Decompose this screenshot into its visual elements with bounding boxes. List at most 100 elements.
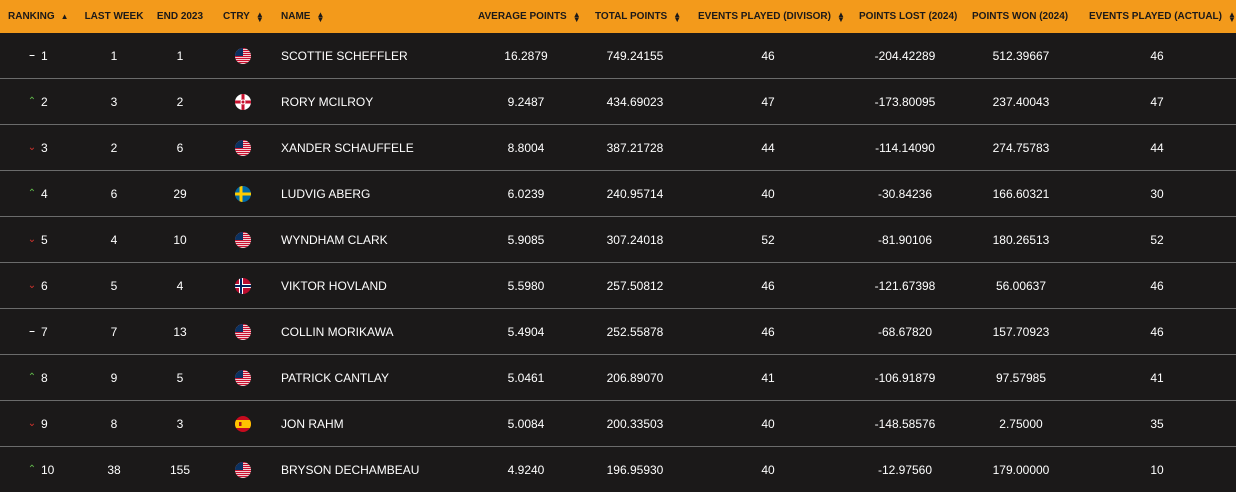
player-name[interactable]: JON RAHM bbox=[281, 417, 344, 431]
table-row[interactable]: ⌃ 2 3 2 RORY MCILROY 9.2487 434.69023 47… bbox=[0, 79, 1236, 125]
table-row[interactable]: ⌄ 3 2 6 XANDER SCHAUFFELE 8.8004 387.217… bbox=[0, 125, 1236, 171]
points-won-cell: 274.75783 bbox=[984, 125, 1058, 170]
events-divisor-cell: 46 bbox=[740, 309, 796, 354]
end-2023-value: 6 bbox=[176, 140, 184, 155]
points-won-value: 157.70923 bbox=[992, 324, 1050, 339]
points-lost-value: -12.97560 bbox=[877, 462, 933, 477]
end-2023-cell: 5 bbox=[153, 355, 207, 400]
table-row[interactable]: ⌄ 6 5 4 VIKTOR HOVLAND 5.5980 257.50812 … bbox=[0, 263, 1236, 309]
average-points-cell: 5.0461 bbox=[497, 355, 555, 400]
header-end-2023[interactable]: END 2023 bbox=[153, 0, 207, 33]
points-lost-value: -114.14090 bbox=[875, 140, 935, 155]
name-cell[interactable]: XANDER SCHAUFFELE bbox=[281, 125, 414, 170]
total-points-cell: 749.24155 bbox=[602, 33, 668, 78]
events-actual-value: 47 bbox=[1150, 94, 1164, 109]
last-week-value: 4 bbox=[110, 232, 118, 247]
events-divisor-cell: 46 bbox=[740, 33, 796, 78]
usa-flag-icon bbox=[235, 231, 251, 248]
table-row[interactable]: ⌄ 9 8 3 JON RAHM 5.0084 200.33503 40 -14… bbox=[0, 401, 1236, 447]
player-name[interactable]: RORY MCILROY bbox=[281, 95, 373, 109]
header-name[interactable]: NAME ▲ ▼ bbox=[281, 0, 324, 33]
rank-cell: ⌃ 8 bbox=[26, 355, 86, 400]
player-name[interactable]: XANDER SCHAUFFELE bbox=[281, 141, 414, 155]
header-events-divisor[interactable]: EVENTS PLAYED (DIVISOR) ▲ ▼ bbox=[698, 0, 845, 33]
name-cell[interactable]: PATRICK CANTLAY bbox=[281, 355, 389, 400]
header-points-won[interactable]: POINTS WON (2024) bbox=[972, 0, 1068, 33]
average-points-cell: 5.9085 bbox=[497, 217, 555, 262]
name-cell[interactable]: VIKTOR HOVLAND bbox=[281, 263, 387, 308]
events-divisor-value: 46 bbox=[761, 324, 775, 339]
table-row[interactable]: – 7 7 13 COLLIN MORIKAWA 5.4904 252.5587… bbox=[0, 309, 1236, 355]
header-points-lost[interactable]: POINTS LOST (2024) bbox=[859, 0, 957, 33]
rank-down-icon: ⌄ bbox=[27, 142, 37, 153]
name-cell[interactable]: LUDVIG ABERG bbox=[281, 171, 370, 216]
player-name[interactable]: PATRICK CANTLAY bbox=[281, 371, 389, 385]
points-lost-cell: -121.67398 bbox=[868, 263, 942, 308]
total-points-cell: 387.21728 bbox=[602, 125, 668, 170]
rank-value: 6 bbox=[41, 278, 48, 293]
events-actual-cell: 35 bbox=[1136, 401, 1178, 446]
table-row[interactable]: ⌃ 4 6 29 LUDVIG ABERG 6.0239 240.95714 4… bbox=[0, 171, 1236, 217]
country-cell bbox=[234, 79, 252, 124]
player-name[interactable]: LUDVIG ABERG bbox=[281, 187, 370, 201]
rank-value: 10 bbox=[41, 462, 55, 477]
table-row[interactable]: – 1 1 1 SCOTTIE SCHEFFLER 16.2879 749.24… bbox=[0, 33, 1236, 79]
total-points-value: 749.24155 bbox=[606, 48, 664, 63]
usa-flag-icon bbox=[235, 461, 251, 478]
points-won-value: 166.60321 bbox=[992, 186, 1050, 201]
rank-up-icon: ⌃ bbox=[27, 372, 37, 383]
header-points-won-label: POINTS WON (2024) bbox=[972, 11, 1069, 22]
player-name[interactable]: COLLIN MORIKAWA bbox=[281, 325, 393, 339]
header-last-week[interactable]: LAST WEEK bbox=[85, 0, 144, 33]
average-points-value: 5.4904 bbox=[507, 324, 545, 339]
total-points-value: 240.95714 bbox=[606, 186, 664, 201]
sort-icon: ▲ ▼ bbox=[673, 9, 682, 24]
points-lost-cell: -114.14090 bbox=[868, 125, 942, 170]
average-points-value: 4.9240 bbox=[507, 462, 545, 477]
events-divisor-cell: 40 bbox=[740, 171, 796, 216]
table-row[interactable]: ⌃ 8 9 5 PATRICK CANTLAY 5.0461 206.89070… bbox=[0, 355, 1236, 401]
points-lost-value: -81.90106 bbox=[877, 232, 933, 247]
points-won-cell: 180.26513 bbox=[984, 217, 1058, 262]
average-points-value: 5.9085 bbox=[507, 232, 545, 247]
player-name[interactable]: WYNDHAM CLARK bbox=[281, 233, 388, 247]
name-cell[interactable]: WYNDHAM CLARK bbox=[281, 217, 388, 262]
name-cell[interactable]: RORY MCILROY bbox=[281, 79, 373, 124]
name-cell[interactable]: COLLIN MORIKAWA bbox=[281, 309, 393, 354]
player-name[interactable]: SCOTTIE SCHEFFLER bbox=[281, 49, 408, 63]
player-name[interactable]: BRYSON DECHAMBEAU bbox=[281, 463, 419, 477]
last-week-cell: 38 bbox=[86, 447, 142, 492]
header-events-actual[interactable]: EVENTS PLAYED (ACTUAL) ▲ ▼ bbox=[1089, 0, 1236, 33]
header-total-points[interactable]: TOTAL POINTS ▲ ▼ bbox=[595, 0, 681, 33]
header-ranking[interactable]: RANKING ▲ bbox=[8, 0, 69, 33]
name-cell[interactable]: SCOTTIE SCHEFFLER bbox=[281, 33, 408, 78]
average-points-value: 5.5980 bbox=[507, 278, 545, 293]
rank-cell: ⌄ 9 bbox=[26, 401, 86, 446]
header-ctry[interactable]: CTRY ▲ ▼ bbox=[223, 0, 264, 33]
name-cell[interactable]: JON RAHM bbox=[281, 401, 344, 446]
average-points-cell: 9.2487 bbox=[497, 79, 555, 124]
last-week-cell: 2 bbox=[86, 125, 142, 170]
last-week-cell: 8 bbox=[86, 401, 142, 446]
header-average-points[interactable]: AVERAGE POINTS ▲ ▼ bbox=[478, 0, 581, 33]
table-row[interactable]: ⌄ 5 4 10 WYNDHAM CLARK 5.9085 307.24018 … bbox=[0, 217, 1236, 263]
points-lost-value: -30.84236 bbox=[877, 186, 933, 201]
name-cell[interactable]: BRYSON DECHAMBEAU bbox=[281, 447, 419, 492]
points-lost-value: -121.67398 bbox=[874, 278, 936, 293]
points-won-value: 274.75783 bbox=[992, 140, 1050, 155]
spain-flag-icon bbox=[235, 415, 251, 432]
average-points-value: 9.2487 bbox=[507, 94, 545, 109]
events-actual-cell: 46 bbox=[1136, 33, 1178, 78]
points-lost-cell: -106.91879 bbox=[868, 355, 942, 400]
points-lost-value: -173.80095 bbox=[874, 94, 936, 109]
points-won-cell: 512.39667 bbox=[984, 33, 1058, 78]
end-2023-cell: 10 bbox=[153, 217, 207, 262]
last-week-value: 3 bbox=[110, 94, 118, 109]
end-2023-cell: 3 bbox=[153, 401, 207, 446]
events-divisor-value: 46 bbox=[761, 278, 775, 293]
table-row[interactable]: ⌃ 10 38 155 BRYSON DECHAMBEAU 4.9240 196… bbox=[0, 447, 1236, 492]
events-actual-cell: 46 bbox=[1136, 263, 1178, 308]
points-won-value: 180.26513 bbox=[992, 232, 1050, 247]
player-name[interactable]: VIKTOR HOVLAND bbox=[281, 279, 387, 293]
rank-value: 8 bbox=[41, 370, 48, 385]
